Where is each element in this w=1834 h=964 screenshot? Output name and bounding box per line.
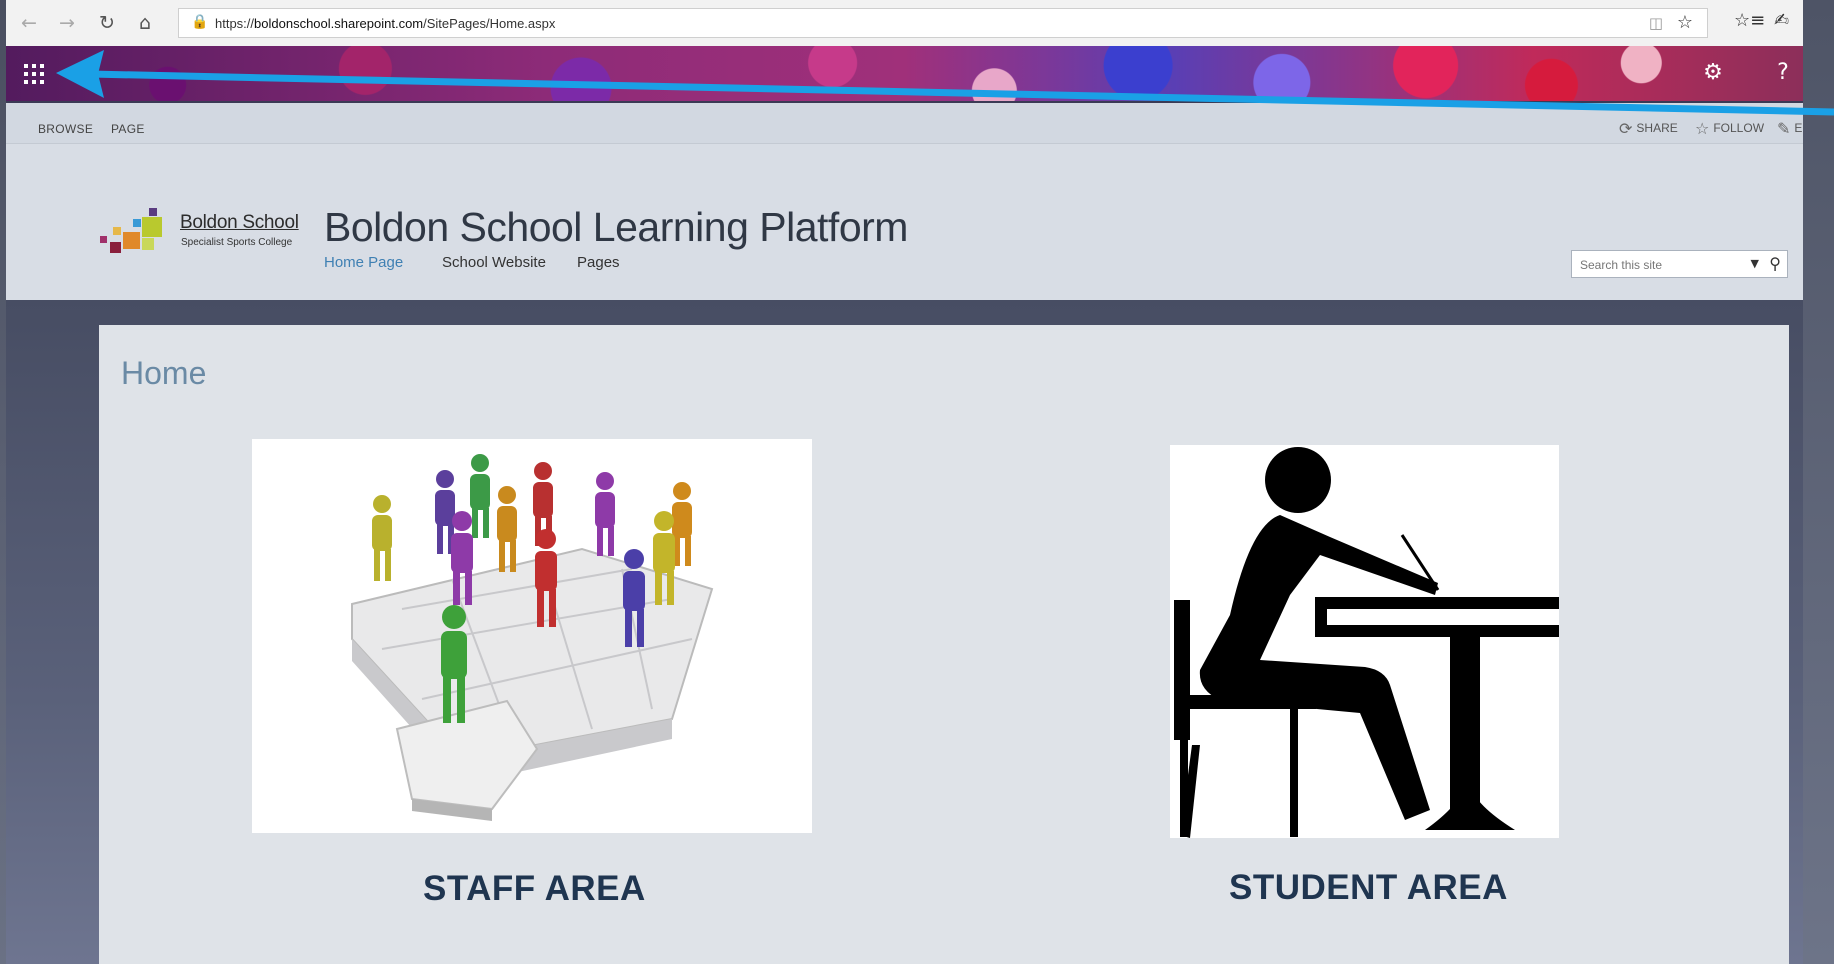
- address-bar[interactable]: 🔒 https://boldonschool.sharepoint.com/Si…: [178, 8, 1708, 38]
- ribbon: BROWSE PAGE ⟳ SHARE ☆ FOLLOW ✎ E: [6, 103, 1803, 144]
- follow-button[interactable]: ☆ FOLLOW: [1695, 119, 1764, 138]
- search-icon[interactable]: ⚲: [1769, 254, 1781, 273]
- school-logo[interactable]: Boldon School Specialist Sports College: [100, 202, 300, 266]
- tab-browse[interactable]: BROWSE: [38, 122, 93, 136]
- lock-icon: 🔒: [191, 14, 209, 30]
- share-button[interactable]: ⟳ SHARE: [1619, 119, 1678, 138]
- follow-star-icon: ☆: [1695, 119, 1710, 138]
- student-at-desk-illustration: [1174, 447, 1559, 838]
- content-card: Home STAFF AREA STUDENT AREA: [99, 325, 1789, 964]
- tab-page[interactable]: PAGE: [111, 122, 145, 136]
- site-header: Boldon School Specialist Sports College …: [6, 144, 1803, 300]
- edit-pencil-icon: ✎: [1777, 119, 1791, 138]
- search-placeholder: Search this site: [1580, 258, 1663, 272]
- team-puzzle-illustration: [351, 454, 714, 821]
- page-title: Home: [121, 355, 207, 391]
- search-box[interactable]: Search this site ▼ ⚲: [1571, 250, 1788, 278]
- refresh-icon[interactable]: ↻: [94, 10, 120, 36]
- search-scope-dropdown-icon[interactable]: ▼: [1751, 257, 1759, 270]
- logo-name: Boldon School: [180, 212, 299, 233]
- student-area-link[interactable]: STUDENT AREA: [1229, 868, 1508, 908]
- reading-view-icon[interactable]: ◫: [1649, 14, 1663, 32]
- browser-screen: ← → ↻ ⌂ 🔒 https://boldonschool.sharepoin…: [6, 0, 1803, 964]
- staff-area-link[interactable]: STAFF AREA: [423, 869, 646, 909]
- edit-button[interactable]: ✎ E: [1777, 119, 1802, 138]
- favorite-star-icon[interactable]: ☆: [1677, 12, 1693, 33]
- help-icon[interactable]: ?: [1763, 58, 1803, 88]
- suite-bar-banner: ⚙ ?: [6, 46, 1803, 102]
- url-text: https://boldonschool.sharepoint.com/Site…: [215, 16, 556, 31]
- home-icon[interactable]: ⌂: [132, 10, 158, 36]
- app-launcher-icon[interactable]: [22, 62, 46, 86]
- forward-icon[interactable]: →: [54, 10, 80, 36]
- logo-subtitle: Specialist Sports College: [181, 237, 293, 248]
- site-title[interactable]: Boldon School Learning Platform: [324, 204, 908, 251]
- browser-toolbar: ← → ↻ ⌂ 🔒 https://boldonschool.sharepoin…: [6, 0, 1803, 47]
- settings-gear-icon[interactable]: ⚙: [1685, 58, 1741, 102]
- nav-pages[interactable]: Pages: [577, 254, 620, 271]
- nav-school-website[interactable]: School Website: [442, 254, 546, 271]
- staff-area-image[interactable]: [252, 439, 812, 833]
- right-gutter: [1803, 0, 1834, 964]
- nav-home-page[interactable]: Home Page: [324, 254, 403, 271]
- pen-icon[interactable]: ✍: [1774, 10, 1789, 31]
- back-icon[interactable]: ←: [16, 10, 42, 36]
- student-area-image[interactable]: [1170, 445, 1559, 838]
- favorites-list-icon[interactable]: ☆≡: [1734, 10, 1765, 31]
- share-icon: ⟳: [1619, 119, 1633, 138]
